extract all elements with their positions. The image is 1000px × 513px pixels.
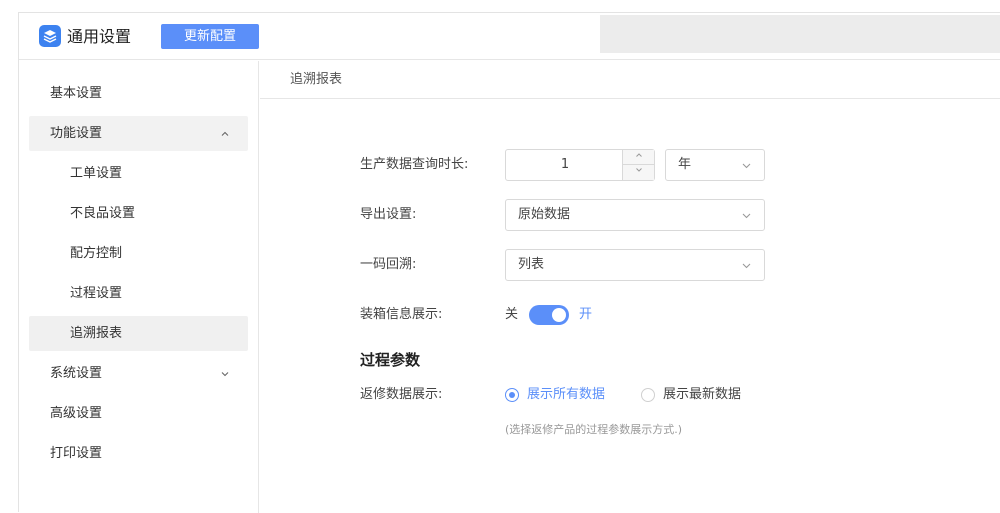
query-duration-label: 生产数据查询时长: — [360, 157, 469, 172]
sidebar-item-label: 基本设置 — [50, 86, 103, 101]
chevron-down-icon[interactable] — [623, 165, 654, 180]
toggle-off-label: 关 — [505, 307, 519, 322]
sidebar: 基本设置 功能设置 工单设置 不良品设置 配方控制 过程设置 追溯报表 系统设置 — [19, 61, 259, 513]
tab-trace-report[interactable]: 追溯报表 — [260, 61, 1000, 99]
sidebar-item-label: 系统设置 — [50, 366, 103, 381]
export-select[interactable]: 原始数据 — [505, 199, 765, 231]
sidebar-item-recipe[interactable]: 配方控制 — [29, 236, 248, 271]
sidebar-item-label: 打印设置 — [50, 446, 103, 461]
sidebar-item-label: 过程设置 — [70, 286, 123, 301]
duration-unit-select[interactable]: 年 — [665, 149, 765, 181]
app-frame: 通用设置 更新配置 基本设置 功能设置 工单设置 不良品设置 配方控制 过程设置… — [18, 12, 1000, 513]
sidebar-item-defect[interactable]: 不良品设置 — [29, 196, 248, 231]
chevron-down-icon — [741, 200, 752, 230]
chevron-down-icon — [220, 356, 230, 391]
page-title: 通用设置 — [67, 27, 132, 46]
toggle-knob — [552, 308, 566, 322]
query-duration-stepper[interactable]: 1 — [505, 149, 655, 181]
duration-unit-value: 年 — [678, 157, 692, 172]
chevron-up-icon — [220, 116, 230, 151]
rework-hint: (选择返修产品的过程参数展示方式.) — [505, 423, 683, 436]
sidebar-item-label: 工单设置 — [70, 166, 123, 181]
header: 通用设置 更新配置 — [19, 13, 1000, 60]
main-content: 追溯报表 生产数据查询时长: 1 年 导出设置: 原始数据 一码回溯: 列表 装… — [260, 61, 1000, 513]
trace-value: 列表 — [518, 257, 545, 272]
radio-show-latest-label[interactable]: 展示最新数据 — [663, 385, 741, 405]
sidebar-item-function[interactable]: 功能设置 — [29, 116, 248, 151]
chevron-down-icon — [741, 150, 752, 180]
radio-show-all[interactable] — [505, 388, 519, 402]
sidebar-item-label: 功能设置 — [50, 126, 103, 141]
header-placeholder-bar — [600, 15, 1000, 53]
packing-toggle[interactable] — [529, 305, 569, 325]
trace-select[interactable]: 列表 — [505, 249, 765, 281]
packing-label: 装箱信息展示: — [360, 307, 443, 322]
rework-label: 返修数据展示: — [360, 387, 443, 402]
radio-show-all-label[interactable]: 展示所有数据 — [527, 385, 605, 405]
export-value: 原始数据 — [518, 207, 571, 222]
sidebar-item-label: 追溯报表 — [70, 326, 123, 341]
sidebar-item-trace-report[interactable]: 追溯报表 — [29, 316, 248, 351]
trace-label: 一码回溯: — [360, 257, 417, 272]
layers-icon — [39, 25, 61, 47]
sidebar-item-label: 高级设置 — [50, 406, 103, 421]
query-duration-value: 1 — [560, 157, 570, 172]
export-label: 导出设置: — [360, 207, 417, 222]
sidebar-item-label: 配方控制 — [70, 246, 123, 261]
sidebar-item-advanced[interactable]: 高级设置 — [29, 396, 248, 431]
sidebar-item-system[interactable]: 系统设置 — [29, 356, 248, 391]
chevron-down-icon — [741, 250, 752, 280]
sidebar-item-process[interactable]: 过程设置 — [29, 276, 248, 311]
sidebar-item-print[interactable]: 打印设置 — [29, 436, 248, 471]
sidebar-item-work-order[interactable]: 工单设置 — [29, 156, 248, 191]
process-section-title: 过程参数 — [360, 351, 421, 369]
update-config-button[interactable]: 更新配置 — [161, 24, 259, 49]
radio-show-latest[interactable] — [641, 388, 655, 402]
toggle-on-label: 开 — [579, 307, 593, 322]
sidebar-item-label: 不良品设置 — [70, 206, 136, 221]
stepper-buttons — [622, 150, 654, 180]
sidebar-item-basic[interactable]: 基本设置 — [29, 76, 248, 111]
chevron-up-icon[interactable] — [623, 150, 654, 165]
